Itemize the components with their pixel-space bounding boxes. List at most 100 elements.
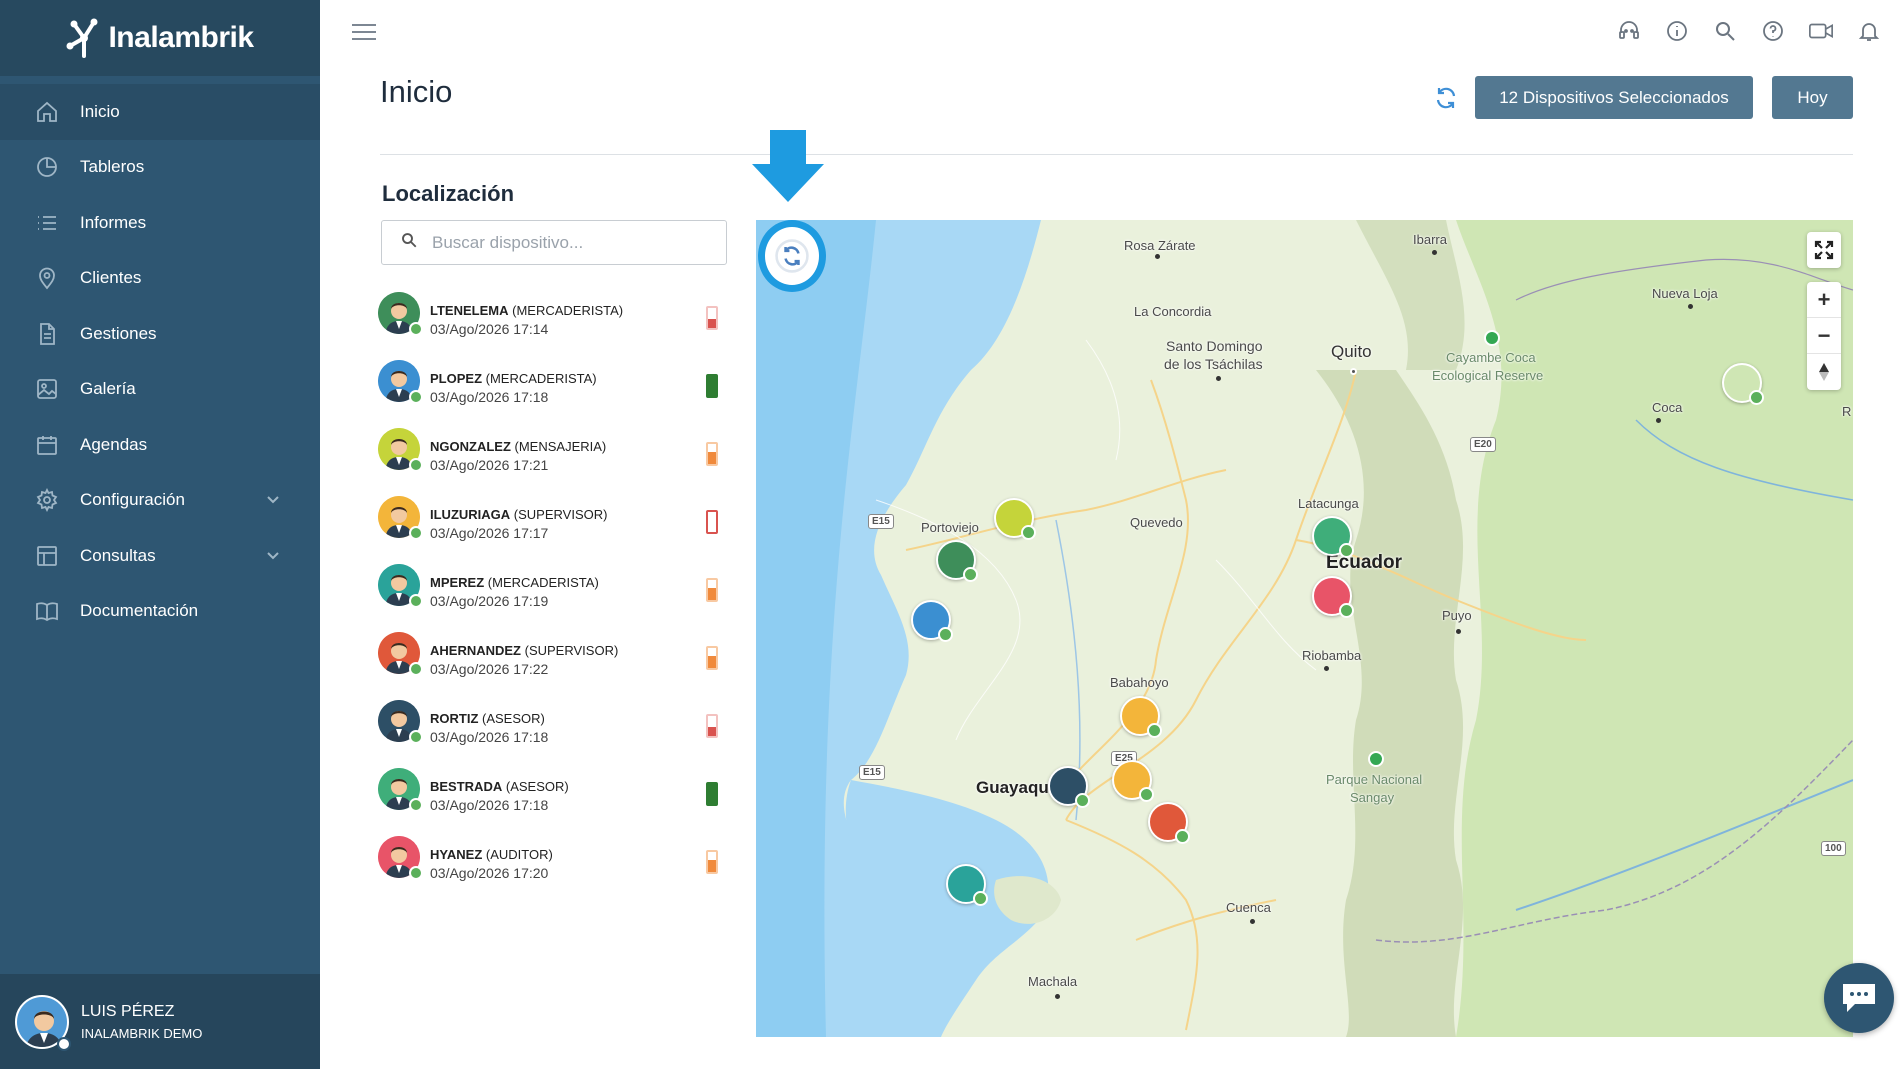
map-label: Rosa Zárate xyxy=(1124,238,1196,253)
sidebar-item-configuracion[interactable]: Configuración xyxy=(0,473,320,529)
device-item[interactable]: PLOPEZ (MERCADERISTA) 03/Ago/2026 17:18 xyxy=(378,360,728,428)
device-marker[interactable] xyxy=(994,498,1036,540)
device-item[interactable]: MPEREZ (MERCADERISTA) 03/Ago/2026 17:19 xyxy=(378,564,728,632)
city-dot-icon xyxy=(1456,629,1461,634)
map-label: de los Tsáchilas xyxy=(1164,356,1263,372)
device-user: BESTRADA xyxy=(430,779,503,794)
device-item[interactable]: RORTIZ (ASESOR) 03/Ago/2026 17:18 xyxy=(378,700,728,768)
device-time: 03/Ago/2026 17:20 xyxy=(430,865,549,881)
online-status-icon xyxy=(409,322,423,336)
device-item[interactable]: LTENELEMA (MERCADERISTA) 03/Ago/2026 17:… xyxy=(378,292,728,360)
sidebar-item-clientes[interactable]: Clientes xyxy=(0,251,320,307)
sidebar-item-label: Tableros xyxy=(80,157,145,177)
city-dot-icon xyxy=(1324,666,1329,671)
menu-toggle-icon[interactable] xyxy=(352,24,376,44)
refresh-icon[interactable] xyxy=(1432,84,1460,112)
device-marker[interactable] xyxy=(1048,766,1090,808)
device-marker[interactable] xyxy=(1312,576,1354,618)
compass-icon[interactable] xyxy=(1807,354,1841,390)
device-marker[interactable] xyxy=(911,600,953,642)
fullscreen-control xyxy=(1807,232,1841,268)
device-user: MPEREZ xyxy=(430,575,485,590)
avatar xyxy=(378,360,423,404)
sidebar-item-inicio[interactable]: Inicio xyxy=(0,84,320,140)
device-item[interactable]: AHERNANDEZ (SUPERVISOR) 03/Ago/2026 17:2… xyxy=(378,632,728,700)
online-status-icon xyxy=(409,866,423,880)
device-item[interactable]: NGONZALEZ (MENSAJERIA) 03/Ago/2026 17:21 xyxy=(378,428,728,496)
device-name: NGONZALEZ (MENSAJERIA) xyxy=(430,439,606,454)
today-button[interactable]: Hoy xyxy=(1772,76,1853,119)
map-refresh-button[interactable] xyxy=(758,220,826,292)
sidebar-item-consultas[interactable]: Consultas xyxy=(0,528,320,584)
zoom-in-icon[interactable]: + xyxy=(1807,282,1841,318)
user-profile[interactable]: LUIS PÉREZ INALAMBRIK DEMO xyxy=(0,974,320,1069)
map-label: Guayaquil xyxy=(976,778,1059,797)
device-name: AHERNANDEZ (SUPERVISOR) xyxy=(430,643,618,658)
sidebar-item-informes[interactable]: Informes xyxy=(0,195,320,251)
calendar-icon xyxy=(34,432,60,458)
device-marker[interactable] xyxy=(1120,696,1162,738)
sidebar-item-label: Documentación xyxy=(80,601,199,621)
sidebar-item-tableros[interactable]: Tableros xyxy=(0,140,320,196)
user-org: INALAMBRIK DEMO xyxy=(81,1025,203,1041)
city-dot-icon xyxy=(1155,254,1160,259)
sidebar-item-label: Inicio xyxy=(80,101,120,121)
capital-dot-icon xyxy=(1350,368,1357,375)
support-headset-icon[interactable] xyxy=(1616,18,1642,44)
city-dot-icon xyxy=(1656,418,1661,423)
fullscreen-icon[interactable] xyxy=(1807,232,1841,268)
zoom-out-icon[interactable]: − xyxy=(1807,318,1841,354)
device-info: BESTRADA (ASESOR) 03/Ago/2026 17:18 xyxy=(430,779,569,813)
info-icon[interactable] xyxy=(1664,18,1690,44)
search-input[interactable] xyxy=(432,232,702,253)
device-marker[interactable] xyxy=(936,540,978,582)
search-icon[interactable] xyxy=(1712,18,1738,44)
map-label: Santo Domingo xyxy=(1166,338,1263,354)
sidebar-item-label: Informes xyxy=(80,212,147,232)
park-icon xyxy=(1484,330,1500,346)
online-status-icon xyxy=(1021,525,1036,540)
page-title: Inicio xyxy=(380,74,453,109)
sidebar-item-galeria[interactable]: Galería xyxy=(0,362,320,418)
sidebar-item-label: Gestiones xyxy=(80,323,157,343)
map-label: Cayambe Coca xyxy=(1446,350,1536,365)
bell-icon[interactable] xyxy=(1856,18,1882,44)
chat-button[interactable] xyxy=(1824,963,1894,1033)
device-marker[interactable] xyxy=(1722,363,1764,405)
sidebar-item-label: Clientes xyxy=(80,268,142,288)
device-name: MPEREZ (MERCADERISTA) xyxy=(430,575,599,590)
selected-devices-button[interactable]: 12 Dispositivos Seleccionados xyxy=(1475,76,1753,119)
sidebar-item-label: Configuración xyxy=(80,490,185,510)
chevron-down-icon[interactable] xyxy=(266,546,280,566)
help-icon[interactable] xyxy=(1760,18,1786,44)
device-item[interactable]: ILUZURIAGA (SUPERVISOR) 03/Ago/2026 17:1… xyxy=(378,496,728,564)
device-marker[interactable] xyxy=(1112,760,1154,802)
sidebar-item-gestiones[interactable]: Gestiones xyxy=(0,306,320,362)
sidebar-item-agendas[interactable]: Agendas xyxy=(0,417,320,473)
sidebar: Inalambrik Inicio Tableros Informes Clie… xyxy=(0,0,320,1069)
device-marker[interactable] xyxy=(1312,516,1354,558)
sidebar-item-documentacion[interactable]: Documentación xyxy=(0,584,320,640)
device-marker[interactable] xyxy=(1148,802,1190,844)
section-title: Localización xyxy=(382,181,515,206)
map-label: Nueva Loja xyxy=(1652,286,1718,301)
device-item[interactable]: BESTRADA (ASESOR) 03/Ago/2026 17:18 xyxy=(378,768,728,836)
image-icon xyxy=(34,376,60,402)
road-shield: E15 xyxy=(868,514,894,529)
map-label: Coca xyxy=(1652,400,1683,415)
map[interactable]: Rosa Zárate Ibarra La Concordia Santo Do… xyxy=(756,220,1853,1037)
device-search[interactable] xyxy=(381,220,727,265)
device-item[interactable]: HYANEZ (AUDITOR) 03/Ago/2026 17:20 xyxy=(378,836,728,904)
logo[interactable]: Inalambrik xyxy=(0,0,320,76)
table-icon xyxy=(34,543,60,569)
road-shield: E20 xyxy=(1470,437,1496,452)
chevron-down-icon[interactable] xyxy=(266,490,280,510)
sidebar-item-label: Agendas xyxy=(80,434,148,454)
avatar xyxy=(378,428,423,472)
device-user: PLOPEZ xyxy=(430,371,483,386)
online-status-icon xyxy=(409,526,423,540)
device-marker[interactable] xyxy=(946,864,988,906)
video-camera-icon[interactable] xyxy=(1808,18,1834,44)
search-icon xyxy=(400,231,418,254)
device-name: RORTIZ (ASESOR) xyxy=(430,711,548,726)
